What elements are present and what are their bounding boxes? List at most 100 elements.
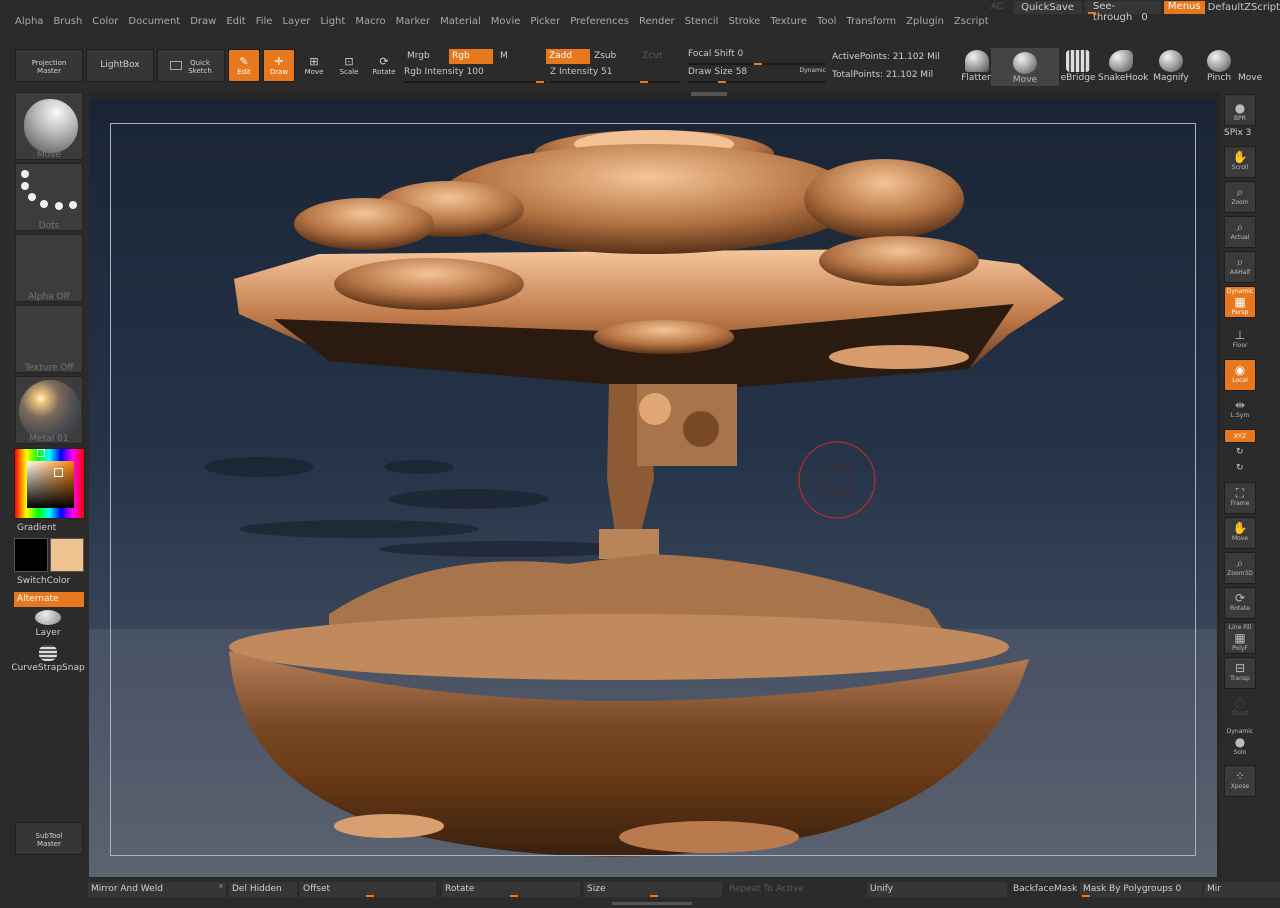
alternate-button[interactable]: Alternate [14,592,84,607]
menu-stencil[interactable]: Stencil [680,16,724,27]
move-mode-button[interactable]: ⊞ Move [298,49,330,82]
rgb-intensity-slider[interactable]: Rgb Intensity 100 [404,67,546,83]
see-through-slider[interactable]: See-through 0 [1084,0,1161,23]
switch-color-button[interactable]: SwitchColor [17,576,70,586]
zoom3d-button[interactable]: ⌕ Zoom3D [1224,552,1256,584]
color-picker[interactable] [14,448,85,519]
move-view-button[interactable]: ✋ Move [1224,517,1256,549]
zcut-toggle[interactable]: Zcut [639,49,679,64]
xpose-button[interactable]: ⁘ Xpose [1224,765,1256,797]
polyf-button[interactable]: Line Fill ▦ PolyF [1224,622,1256,654]
menu-brush[interactable]: Brush [48,16,87,27]
backface-mask-button[interactable]: BackfaceMask [1010,882,1078,897]
color-selector-marker [54,468,63,477]
curve-strap-snap-button[interactable]: CurveStrapSnap [10,645,86,673]
rgb-toggle[interactable]: Rgb [449,49,493,64]
layer-button[interactable]: Layer [10,610,86,638]
edit-button[interactable]: ✎ Edit [228,49,260,82]
local-button[interactable]: ◉ Local [1224,359,1256,391]
actual-button[interactable]: ⌕ Actual [1224,216,1256,248]
menu-file[interactable]: File [251,16,278,27]
offset-slider[interactable]: Offset [300,882,436,897]
menu-marker[interactable]: Marker [391,16,436,27]
mirror-button[interactable]: Mir [1204,882,1280,897]
toolbar-scroll-handle[interactable] [691,92,727,96]
scale-mode-button[interactable]: ⊡ Scale [333,49,365,82]
menu-preferences[interactable]: Preferences [565,16,634,27]
menu-document[interactable]: Document [123,16,185,27]
menu-stroke[interactable]: Stroke [723,16,765,27]
rotate-z-icon[interactable]: ↻ [1236,463,1244,473]
persp-button[interactable]: Dynamic ▦ Persp [1224,286,1256,318]
draw-button[interactable]: ✛ Draw [263,49,295,82]
xyz-button[interactable]: XYZ [1224,429,1256,443]
zoom-button[interactable]: ⌕ Zoom [1224,181,1256,213]
menu-transform[interactable]: Transform [841,16,901,27]
aahalf-button[interactable]: ⌕ AAHalf [1224,251,1256,283]
floor-button[interactable]: ⊥ Floor [1224,324,1256,356]
menu-draw[interactable]: Draw [185,16,221,27]
solo-button[interactable]: Dynamic ● Solo [1224,727,1256,759]
del-hidden-button[interactable]: Del Hidden [229,882,297,897]
rotate-y-icon[interactable]: ↻ [1236,447,1244,457]
focal-shift-slider[interactable]: Focal Shift 0 [688,49,826,65]
brush-ebridge[interactable]: eBridge [1059,50,1097,83]
default-zscript-button[interactable]: DefaultZScript [1208,2,1280,13]
menu-tool[interactable]: Tool [812,16,841,27]
size-slider[interactable]: Size [584,882,722,897]
lsym-button[interactable]: ⇹ L.Sym [1224,394,1256,426]
secondary-color-swatch[interactable] [50,538,84,572]
menu-material[interactable]: Material [435,16,486,27]
zsub-toggle[interactable]: Zsub [591,49,635,64]
lightbox-button[interactable]: LightBox [86,49,154,82]
menu-alpha[interactable]: Alpha [10,16,48,27]
rotate-slider[interactable]: Rotate [442,882,580,897]
quick-sketch-button[interactable]: Quick Sketch [157,49,225,82]
see-through-label: See-through [1092,0,1133,23]
bpr-button[interactable]: ● BPR [1224,94,1256,126]
menu-picker[interactable]: Picker [525,16,565,27]
menu-macro[interactable]: Macro [350,16,390,27]
projection-master-button[interactable]: Projection Master [15,49,83,82]
repeat-to-active-button[interactable]: Repeat To Active [726,882,864,897]
z-intensity-slider[interactable]: Z Intensity 51 [550,67,680,83]
rotate-view-button[interactable]: ⟳ Rotate [1224,587,1256,619]
menu-layer[interactable]: Layer [277,16,315,27]
menu-edit[interactable]: Edit [221,16,250,27]
brush-flatten[interactable]: Flatten [960,50,994,83]
subtool-master-button[interactable]: SubTool Master [15,822,83,855]
brush-magnify[interactable]: Magnify [1152,50,1190,83]
menu-zscript[interactable]: Zscript [949,16,994,27]
bottom-scroll-handle[interactable] [612,902,692,905]
scroll-button[interactable]: ✋ Scroll [1224,146,1256,178]
brush-move-2[interactable]: Move [1238,50,1280,83]
ghost-button[interactable]: ◌ Ghost [1224,692,1256,724]
mask-by-polygroups-slider[interactable]: Mask By Polygroups 0 [1080,882,1202,897]
m-toggle[interactable]: M [497,49,537,64]
brush-pinch[interactable]: Pinch [1204,50,1234,83]
menu-texture[interactable]: Texture [765,16,812,27]
mirror-and-weld-button[interactable]: Mirror And Weld x [88,882,226,897]
menu-color[interactable]: Color [87,16,123,27]
document-canvas[interactable] [89,99,1217,877]
dynamic-toggle[interactable]: Dynamic [800,67,826,74]
primary-color-swatch[interactable] [14,538,48,572]
mrgb-toggle[interactable]: Mrgb [404,49,446,64]
menu-render[interactable]: Render [634,16,680,27]
menu-movie[interactable]: Movie [486,16,526,27]
brush-move-selected[interactable]: Move [991,48,1059,86]
unify-button[interactable]: Unify [867,882,1007,897]
menu-light[interactable]: Light [315,16,350,27]
frame-button[interactable]: ⛶ Frame [1224,482,1256,514]
spix-slider[interactable]: SPix 3 [1224,128,1251,138]
brush-snakehook[interactable]: SnakeHook [1098,50,1148,83]
menus-toggle[interactable]: Menus [1163,0,1205,14]
draw-size-slider[interactable]: Draw Size 58 Dynamic [688,67,826,83]
rotate-mode-button[interactable]: ⟳ Rotate [368,49,400,82]
color-saturation-square[interactable] [27,461,74,508]
menu-zplugin[interactable]: Zplugin [901,16,949,27]
transp-button[interactable]: ⊟ Transp [1224,657,1256,689]
gradient-label[interactable]: Gradient [17,523,56,533]
zadd-toggle[interactable]: Zadd [546,49,590,64]
quicksave-button[interactable]: QuickSave [1013,0,1082,14]
